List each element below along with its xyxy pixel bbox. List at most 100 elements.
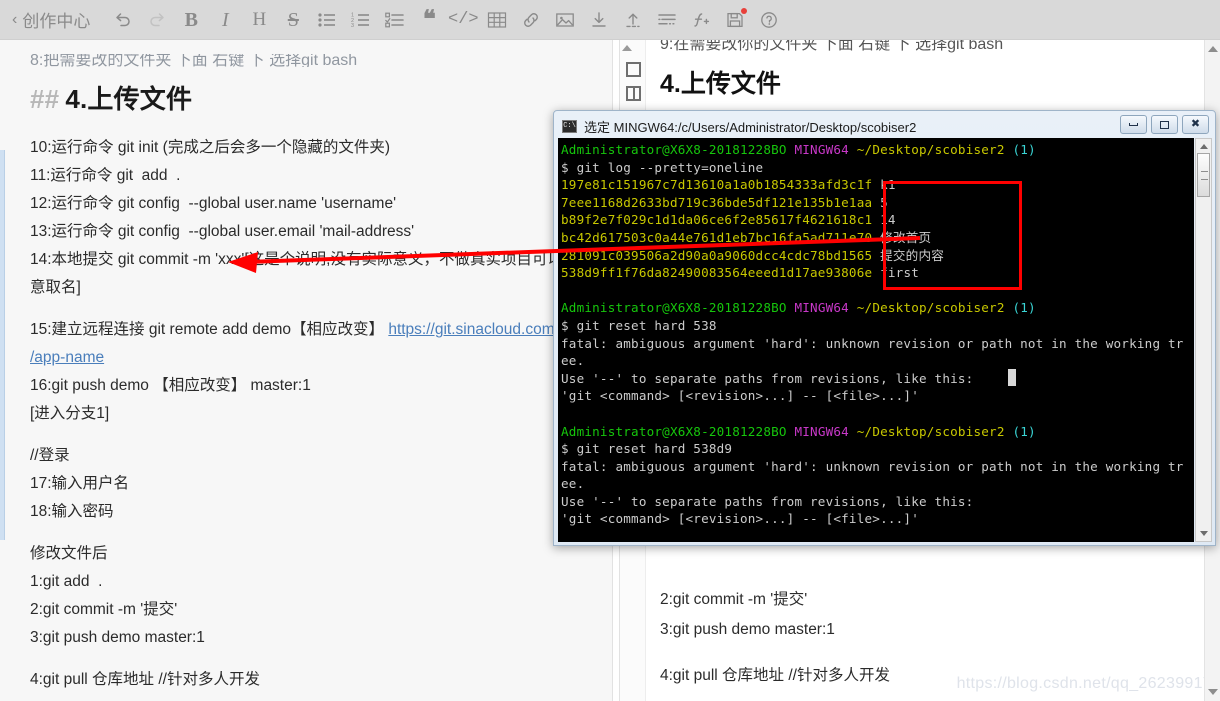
back-to-creation-center-button[interactable]: ‹ 创作中心 xyxy=(12,7,90,32)
redo-icon[interactable] xyxy=(140,3,174,37)
terminal-prompt-path: ~/Desktop/scobiser2 xyxy=(856,300,1005,316)
sinacloud-link-part2[interactable]: /app-name xyxy=(30,349,104,366)
terminal-output-line: 197e81c151967c7d13610a1a0b1854333afd3c1f xyxy=(561,177,873,193)
commit-message: k1 xyxy=(880,177,896,193)
terminal-output-line: ee. xyxy=(561,353,585,369)
terminal-output-line: fatal: ambiguous argument 'hard': unknow… xyxy=(561,335,1184,351)
save-icon[interactable] xyxy=(718,3,752,37)
editor-line: 11:运行命令 git add . xyxy=(30,167,181,184)
editor-line: //登录 xyxy=(30,447,70,464)
terminal-title-bar[interactable]: C:\ 选定 MINGW64:/c/Users/Administrator/De… xyxy=(557,114,1212,138)
editor-line: 1:git add . xyxy=(30,573,103,590)
strikethrough-icon[interactable]: S xyxy=(276,3,310,37)
terminal-prompt-path: ~/Desktop/scobiser2 xyxy=(856,142,1005,157)
editor-line: 4:git pull 仓库地址 //针对多人开发 xyxy=(30,671,260,688)
editor-line: 17:输入用户名 xyxy=(30,475,130,492)
minimize-button[interactable] xyxy=(1120,115,1147,134)
image-icon[interactable] xyxy=(548,3,582,37)
code-block-icon[interactable]: </> xyxy=(446,3,480,37)
bullet-list-icon[interactable] xyxy=(310,3,344,37)
terminal-command: $ git reset hard 538d9 xyxy=(561,441,733,457)
terminal-scroll-thumb[interactable] xyxy=(1197,153,1210,197)
terminal-output-line: 'git <command> [<revision>...] -- [<file… xyxy=(561,511,919,527)
mingw64-terminal-window[interactable]: C:\ 选定 MINGW64:/c/Users/Administrator/De… xyxy=(553,110,1216,546)
blockquote-icon[interactable]: ❝ xyxy=(412,3,446,37)
editor-blank-line xyxy=(30,526,594,540)
editor-line: 修改文件后 xyxy=(30,545,108,562)
commit-message: 5 xyxy=(880,194,888,210)
svg-text:3: 3 xyxy=(351,23,354,29)
terminal-output-line: 'git <command> [<revision>...] -- [<file… xyxy=(561,388,919,404)
markdown-editor-pane[interactable]: 8:把需要改的文件夹 下面 右键 下 选择git bash ## 4.上传文件 1… xyxy=(0,40,612,701)
terminal-prompt-user: Administrator@X6X8-20181228BO xyxy=(561,423,787,439)
terminal-selection-prefix: 选定 xyxy=(584,119,611,135)
link-icon[interactable] xyxy=(514,3,548,37)
outline-icon[interactable] xyxy=(650,3,684,37)
terminal-scroll-up-arrow-icon[interactable] xyxy=(1199,144,1208,149)
terminal-command: $ git reset hard 538 xyxy=(561,317,717,333)
terminal-output-line: 538d9ff1f76da82490083564eeed1d17ae93806e xyxy=(561,265,873,281)
terminal-output-line: ee. xyxy=(561,476,585,492)
task-list-icon[interactable] xyxy=(378,3,412,37)
scroll-up-arrow-icon[interactable] xyxy=(622,45,632,51)
terminal-output-line: Use '--' to separate paths from revision… xyxy=(561,493,974,509)
terminal-output-line: 281091c039506a2d90a0a9060dcc4cdc78bd1565 xyxy=(561,247,873,263)
terminal-output-line: b89f2e7f029c1d1da06ce6f2e85617f4621618c1 xyxy=(561,212,873,228)
split-pane-view-icon[interactable] xyxy=(626,86,641,101)
console-icon: C:\ xyxy=(562,119,577,133)
unsaved-indicator-dot xyxy=(741,7,748,14)
commit-message: 修改首页 xyxy=(880,229,932,245)
formula-icon[interactable] xyxy=(684,3,718,37)
terminal-prompt-shell: MINGW64 xyxy=(794,300,849,316)
editor-scroll-rail[interactable] xyxy=(0,150,5,540)
editor-line: 12:运行命令 git config --global user.name 'u… xyxy=(30,195,397,212)
terminal-prompt-branch: (1) xyxy=(1012,423,1036,439)
table-icon[interactable] xyxy=(480,3,514,37)
terminal-prompt-shell: MINGW64 xyxy=(794,142,849,157)
editor-line-with-link: 15:建立远程连接 git remote add demo【相应改变】 http… xyxy=(30,316,594,344)
terminal-prompt-branch: (1) xyxy=(1012,142,1036,157)
italic-icon[interactable]: I xyxy=(208,3,242,37)
terminal-prompt-path: ~/Desktop/scobiser2 xyxy=(856,423,1005,439)
window-controls: ✖ xyxy=(1120,115,1209,134)
app-root: ‹ 创作中心 B I H S 1 2 3 ❝ </> 8:把需要改的文件夹 下面… xyxy=(0,0,1220,701)
export-upload-icon[interactable] xyxy=(616,3,650,37)
editor-line: 16:git push demo 【相应改变】 master:1 xyxy=(30,377,311,394)
editor-line: 意取名] xyxy=(30,279,81,296)
terminal-scrollbar[interactable] xyxy=(1195,138,1212,542)
bold-icon[interactable]: B xyxy=(174,3,208,37)
help-icon[interactable] xyxy=(752,3,786,37)
terminal-prompt-shell: MINGW64 xyxy=(794,423,849,439)
close-button[interactable]: ✖ xyxy=(1182,115,1209,134)
numbered-list-icon[interactable]: 1 2 3 xyxy=(344,3,378,37)
terminal-prompt-branch: (1) xyxy=(1012,300,1036,316)
editor-blank-line xyxy=(30,302,594,316)
scrollbar-up-arrow-icon[interactable] xyxy=(1208,46,1218,52)
editor-line-text: 15:建立远程连接 git remote add demo【相应改变】 xyxy=(30,321,389,338)
editor-cut-top-line: 8:把需要改的文件夹 下面 右键 下 选择git bash xyxy=(30,54,358,67)
editor-toolbar: ‹ 创作中心 B I H S 1 2 3 ❝ </> xyxy=(0,0,1220,40)
import-download-icon[interactable] xyxy=(582,3,616,37)
terminal-scroll-down-arrow-icon[interactable] xyxy=(1199,531,1208,536)
undo-icon[interactable] xyxy=(106,3,140,37)
scrollbar-down-arrow-icon[interactable] xyxy=(1208,689,1218,695)
terminal-output-line: bc42d617503c0a44e761d1eb7bc16fa5ad711e70 xyxy=(561,229,873,245)
chevron-left-icon: ‹ xyxy=(12,10,18,28)
editor-blank-line xyxy=(30,428,594,442)
terminal-prompt-user: Administrator@X6X8-20181228BO xyxy=(561,142,787,157)
maximize-button[interactable] xyxy=(1151,115,1178,134)
single-pane-view-icon[interactable] xyxy=(626,62,641,77)
terminal-output-line: 7eee1168d2633bd719c36bde5df121e135b1e1aa xyxy=(561,194,873,210)
editor-line: 18:输入密码 xyxy=(30,503,114,520)
commit-message: first xyxy=(880,265,920,281)
heading-icon[interactable]: H xyxy=(242,3,276,37)
terminal-title-text: 选定 MINGW64:/c/Users/Administrator/Deskto… xyxy=(584,117,916,136)
terminal-cursor xyxy=(1008,369,1016,386)
editor-line: 10:运行命令 git init (完成之后会多一个隐藏的文件夹) xyxy=(30,139,390,156)
terminal-screen[interactable]: Administrator@X6X8-20181228BO MINGW64 ~/… xyxy=(558,138,1194,542)
heading-text: 4.上传文件 xyxy=(65,84,193,114)
terminal-prompt-user: Administrator@X6X8-20181228BO xyxy=(561,300,787,316)
editor-blank-line xyxy=(30,652,594,666)
sinacloud-link[interactable]: https://git.sinacloud.com xyxy=(388,321,554,338)
terminal-output-line: Use '--' to separate paths from revision… xyxy=(561,370,974,386)
